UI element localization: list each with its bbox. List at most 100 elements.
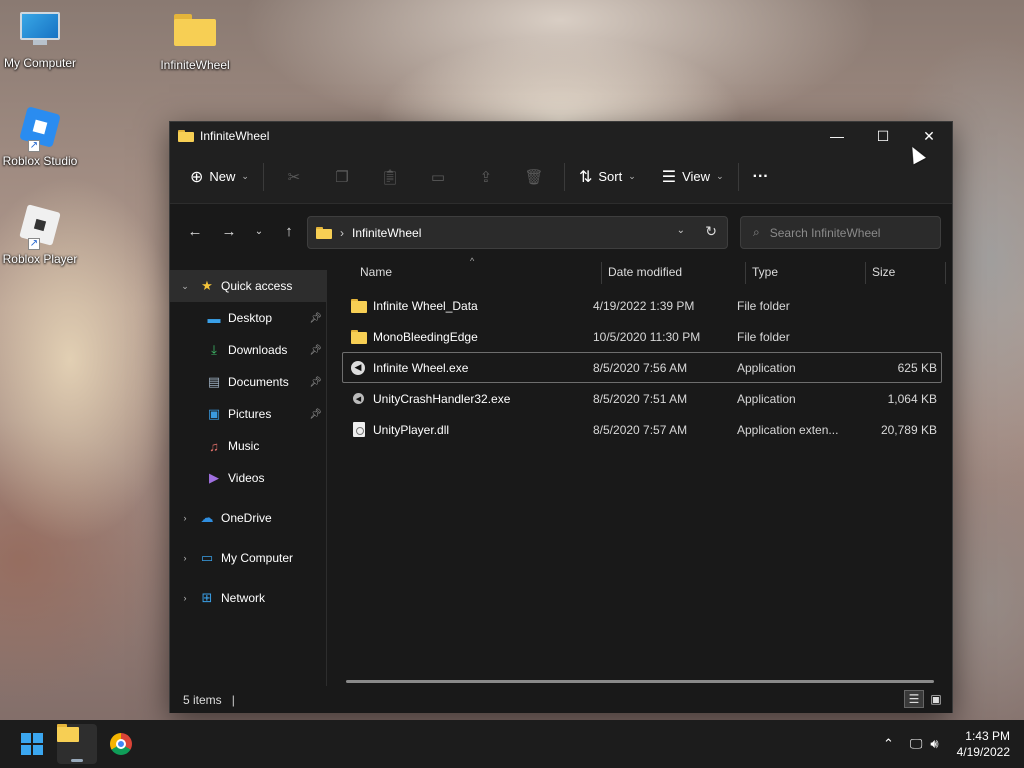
desktop-icon-label: My Computer xyxy=(3,56,77,70)
refresh-icon[interactable]: ↻ xyxy=(705,223,717,240)
onedrive-icon: ☁ xyxy=(200,510,214,525)
file-name: Infinite Wheel_Data xyxy=(373,298,478,313)
large-icons-view-icon[interactable]: ▣ xyxy=(926,690,946,708)
file-date: 8/5/2020 7:57 AM xyxy=(593,422,688,437)
breadcrumb-item[interactable]: InfiniteWheel xyxy=(352,226,421,240)
sidebar-item-label: Desktop xyxy=(228,311,273,325)
roblox-player-icon: ↗ xyxy=(18,204,62,250)
search-box[interactable]: ⌕ xyxy=(740,216,941,249)
monitor-icon xyxy=(18,12,62,52)
chevron-right-icon[interactable]: › xyxy=(178,553,192,563)
file-explorer-icon xyxy=(57,724,88,753)
start-button[interactable] xyxy=(12,724,52,764)
column-header-date[interactable]: Date modified xyxy=(602,254,682,290)
table-row[interactable]: MonoBleedingEdge 10/5/2020 11:30 PM File… xyxy=(342,321,942,352)
view-list-icon: ☰ xyxy=(661,168,677,186)
up-arrow-icon[interactable]: ↑ xyxy=(272,216,306,246)
system-tray: ⌃ 🖵︎ 🔊︎ 1:43 PM 4/19/2022 xyxy=(867,720,1010,768)
desktop-icon-roblox-player[interactable]: ↗ Roblox Player xyxy=(0,204,80,266)
chevron-right-icon[interactable]: › xyxy=(178,513,192,523)
maximize-button[interactable]: ☐ xyxy=(860,122,906,150)
file-explorer-window: InfiniteWheel — ☐ ✕ ⊕ New ⌄ ✂ ❐ 📋︎ ▭ ⇪ 🗑… xyxy=(169,121,953,713)
chevron-right-icon[interactable]: › xyxy=(178,593,192,603)
sidebar-item-label: Pictures xyxy=(228,407,272,421)
show-hidden-icons-chevron-icon[interactable]: ⌃ xyxy=(883,736,894,752)
search-input[interactable] xyxy=(769,225,930,240)
sidebar-item-label: Quick access xyxy=(221,279,293,293)
sort-button[interactable]: ⇅ Sort ⌄ xyxy=(571,161,644,193)
column-header-type[interactable]: Type xyxy=(746,254,778,290)
sidebar-item-label: Downloads xyxy=(228,343,288,357)
view-button[interactable]: ☰ View ⌄ xyxy=(654,161,732,193)
item-count: 5 items xyxy=(183,692,222,707)
sidebar-item-quick-access[interactable]: ⌄ ★ Quick access xyxy=(170,270,326,302)
sidebar-item-my-computer[interactable]: › ▭ My Computer xyxy=(170,542,326,574)
breadcrumb-chevron-icon: › xyxy=(340,225,344,240)
address-dropdown-icon[interactable]: ⌄ xyxy=(677,225,685,236)
downloads-icon: ⤓ xyxy=(211,342,217,357)
column-headers: ^ Name Date modified Type Size xyxy=(328,254,952,290)
sidebar-item-music[interactable]: ♫ Music xyxy=(170,430,326,462)
clock-time: 1:43 PM xyxy=(965,729,1010,743)
table-row[interactable]: ◀ Infinite Wheel.exe 8/5/2020 7:56 AM App… xyxy=(342,352,942,383)
column-header-name[interactable]: Name xyxy=(354,254,392,290)
more-options-button[interactable]: ··· xyxy=(745,161,777,193)
sidebar-item-label: Music xyxy=(228,439,260,453)
title-bar[interactable]: InfiniteWheel — ☐ ✕ xyxy=(170,122,952,150)
desktop-icon-infinitewheel[interactable]: InfiniteWheel xyxy=(155,10,235,72)
sidebar-item-pictures[interactable]: ▣ Pictures 📌︎ xyxy=(170,398,326,430)
file-name: UnityCrashHandler32.exe xyxy=(373,391,511,406)
sidebar-item-label: My Computer xyxy=(221,551,294,565)
sidebar-item-label: Network xyxy=(221,591,266,605)
desktop-icon-my-computer[interactable]: My Computer xyxy=(0,10,80,70)
share-icon[interactable]: ⇪ xyxy=(462,161,510,193)
taskbar-file-explorer[interactable] xyxy=(57,724,97,764)
file-type: Application exten... xyxy=(737,422,839,437)
horizontal-scrollbar[interactable] xyxy=(346,680,934,683)
delete-icon[interactable]: 🗑︎ xyxy=(510,161,558,193)
paste-icon[interactable]: 📋︎ xyxy=(366,161,414,193)
file-rows: Infinite Wheel_Data 4/19/2022 1:39 PM Fi… xyxy=(342,290,942,445)
taskbar-chrome[interactable] xyxy=(101,724,141,764)
sidebar-item-videos[interactable]: ▶ Videos xyxy=(170,462,326,494)
forward-arrow-icon[interactable]: → xyxy=(212,216,246,246)
file-size: 625 KB xyxy=(897,360,937,375)
volume-icon[interactable]: 🔊︎ xyxy=(930,736,938,752)
network-status-icon[interactable]: 🖵︎ xyxy=(910,736,923,752)
back-arrow-icon[interactable]: ← xyxy=(178,216,212,246)
chevron-down-icon[interactable]: ⌄ xyxy=(178,281,192,292)
rename-icon[interactable]: ▭ xyxy=(414,161,462,193)
videos-icon: ▶ xyxy=(209,470,219,485)
sidebar-item-downloads[interactable]: ⤓ Downloads 📌︎ xyxy=(170,334,326,366)
file-date: 10/5/2020 11:30 PM xyxy=(593,329,701,344)
folder-icon xyxy=(351,298,367,313)
computer-icon: ▭ xyxy=(200,550,214,565)
sidebar-item-onedrive[interactable]: › ☁ OneDrive xyxy=(170,502,326,534)
folder-icon xyxy=(178,130,194,142)
clock[interactable]: 1:43 PM 4/19/2022 xyxy=(957,728,1010,760)
desktop-icon-roblox-studio[interactable]: ↗ Roblox Studio xyxy=(0,106,80,168)
minimize-button[interactable]: — xyxy=(814,122,860,150)
sidebar-item-documents[interactable]: ▤ Documents 📌︎ xyxy=(170,366,326,398)
column-divider[interactable] xyxy=(945,262,946,284)
status-divider: | xyxy=(231,692,235,707)
copy-icon[interactable]: ❐ xyxy=(318,161,366,193)
details-view-icon[interactable]: ☰ xyxy=(904,690,924,708)
address-bar[interactable]: › InfiniteWheel ⌄ ↻ xyxy=(307,216,728,249)
pin-icon: 📌︎ xyxy=(309,344,322,356)
desktop-icon-label: Roblox Player xyxy=(2,252,78,266)
recent-locations-chevron-icon[interactable]: ⌄ xyxy=(246,216,272,246)
file-size: 20,789 KB xyxy=(880,422,937,437)
table-row[interactable]: Infinite Wheel_Data 4/19/2022 1:39 PM Fi… xyxy=(342,290,942,321)
sidebar-item-label: OneDrive xyxy=(221,511,272,525)
cut-icon[interactable]: ✂ xyxy=(270,161,318,193)
sidebar-item-network[interactable]: › ⊞ Network xyxy=(170,582,326,614)
desktop-icon-label: Roblox Studio xyxy=(2,154,78,168)
table-row[interactable]: ◀ UnityCrashHandler32.exe 8/5/2020 7:51 A… xyxy=(342,383,942,414)
roblox-studio-icon: ↗ xyxy=(18,106,62,152)
pin-icon: 📌︎ xyxy=(309,376,322,388)
sidebar-item-desktop[interactable]: ▬ Desktop 📌︎ xyxy=(170,302,326,334)
column-header-size[interactable]: Size xyxy=(866,254,895,290)
table-row[interactable]: UnityPlayer.dll 8/5/2020 7:57 AM Applica… xyxy=(342,414,942,445)
new-button[interactable]: ⊕ New ⌄ xyxy=(182,161,257,193)
